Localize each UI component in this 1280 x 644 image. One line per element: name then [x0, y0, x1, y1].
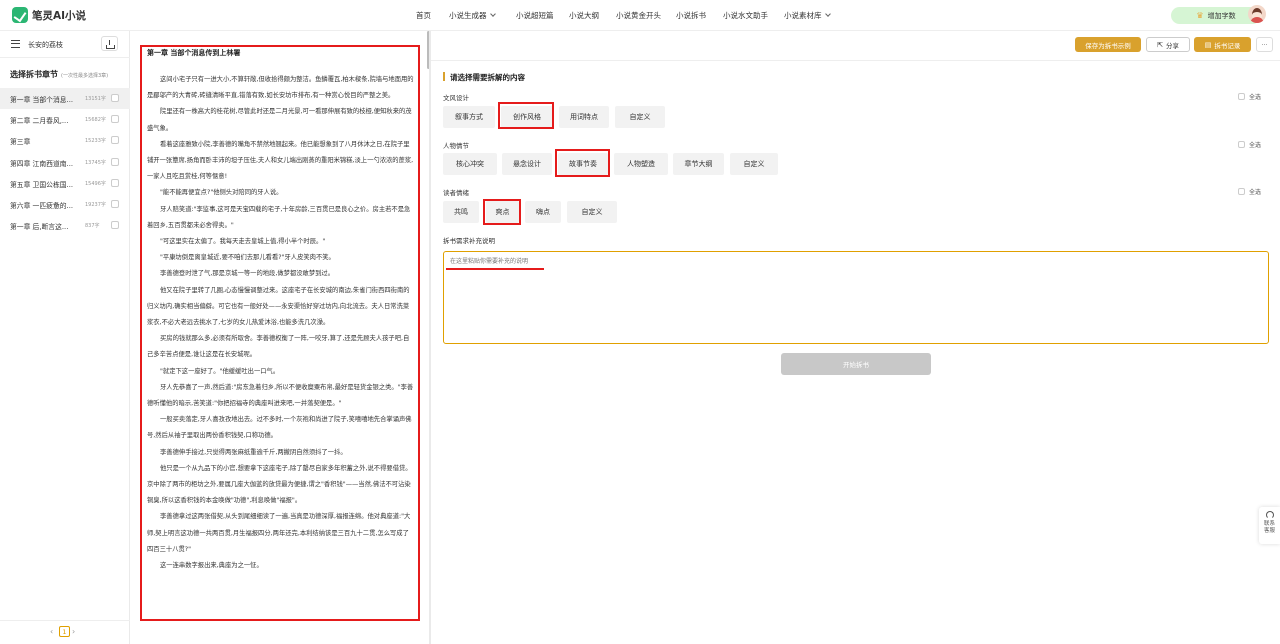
checkbox[interactable]: [1238, 141, 1245, 148]
group-label-emotion: 读者情绪: [443, 189, 469, 197]
tag-narrative[interactable]: 叙事方式: [443, 106, 495, 128]
extra-note-input[interactable]: [443, 251, 1269, 344]
tag-hype[interactable]: 嗨点: [525, 201, 561, 223]
checkbox[interactable]: [1238, 93, 1245, 100]
nav-item-material-library[interactable]: 小说素材库: [784, 10, 831, 21]
nav-item-home[interactable]: 首页: [416, 10, 431, 21]
chapter-item[interactable]: 第一章 后,断言这... 837字: [0, 215, 130, 236]
current-page[interactable]: 1: [59, 626, 70, 637]
tag-custom[interactable]: 自定义: [567, 201, 617, 223]
tag-chapter-outline[interactable]: 章节大纲: [673, 153, 724, 175]
customer-service-button[interactable]: 联系 客服: [1259, 507, 1280, 544]
tag-writing-style[interactable]: 创作风格: [501, 106, 553, 128]
chapter-checkbox[interactable]: [111, 178, 119, 187]
tag-custom[interactable]: 自定义: [730, 153, 778, 175]
avatar[interactable]: [1248, 5, 1266, 23]
select-all-style[interactable]: 全选: [1238, 92, 1261, 101]
tag-thrill[interactable]: 爽点: [486, 201, 519, 223]
nav-item-novel-generator[interactable]: 小说生成器: [449, 10, 496, 21]
annotation-underline: [446, 268, 544, 270]
chapter-item[interactable]: 第五章 卫国公栋国... 15496字: [0, 173, 130, 194]
chapter-item[interactable]: 第二章 二月春风,... 15682字: [0, 109, 130, 130]
save-as-example-button[interactable]: 保存为拆书示例: [1075, 37, 1141, 52]
divider: [431, 60, 1280, 61]
nav-item-filler-assistant[interactable]: 小说水文助手: [723, 10, 768, 21]
select-all-plot[interactable]: 全选: [1238, 140, 1261, 149]
select-hint: (一次性最多选择3章): [61, 73, 109, 79]
nav-item-short-story[interactable]: 小说超短篇: [516, 10, 554, 21]
export-icon[interactable]: [101, 36, 118, 51]
analysis-record-button[interactable]: ▤ 拆书记录: [1194, 37, 1251, 52]
start-analysis-button[interactable]: 开始拆书: [781, 353, 931, 375]
nav-item-golden-opening[interactable]: 小说黄金开头: [616, 10, 661, 21]
menu-icon[interactable]: [11, 40, 20, 48]
sidebar-header: 长安的荔枝: [0, 31, 130, 58]
chapter-item[interactable]: 第一章 当部个消息... 13151字: [0, 88, 130, 110]
record-icon: ▤: [1204, 40, 1212, 49]
logo[interactable]: 笔灵AI小说: [12, 7, 86, 23]
chapter-checkbox[interactable]: [111, 115, 119, 124]
logo-icon: [12, 7, 28, 23]
nav-item-book-analysis[interactable]: 小说拆书: [676, 10, 706, 21]
extra-note-label: 拆书需求补充说明: [443, 237, 495, 245]
tag-custom[interactable]: 自定义: [615, 106, 665, 128]
book-title: 长安的荔枝: [28, 41, 63, 49]
select-chapter-title: 选择拆书章节 (一次性最多选择3章): [10, 70, 109, 79]
more-button[interactable]: ···: [1256, 37, 1273, 52]
chapter-sidebar: 长安的荔枝 选择拆书章节 (一次性最多选择3章) 第一章 当部个消息... 1315…: [0, 31, 130, 644]
nav-item-outline[interactable]: 小说大纲: [569, 10, 599, 21]
chapter-checkbox[interactable]: [111, 136, 119, 145]
chapter-checkbox[interactable]: [111, 157, 119, 166]
section-accent-bar: [443, 72, 445, 81]
next-page-icon[interactable]: ›: [72, 627, 75, 636]
app-name: 笔灵AI小说: [32, 9, 87, 22]
tag-character[interactable]: 人物塑造: [614, 153, 668, 175]
highlight-box-content: [140, 45, 420, 621]
tag-pacing[interactable]: 故事节奏: [558, 153, 608, 175]
prev-page-icon[interactable]: ‹: [50, 627, 53, 636]
chapter-item[interactable]: 第四章 江南西道南... 13745字: [0, 152, 130, 173]
tag-suspense[interactable]: 悬念设计: [502, 153, 552, 175]
chapter-list: 第一章 当部个消息... 13151字 第二章 二月春风,... 15682字 第三…: [0, 88, 130, 236]
crown-icon: ♛: [1196, 11, 1204, 20]
tag-resonance[interactable]: 共鸣: [443, 201, 479, 223]
tag-word-choice[interactable]: 用词特点: [559, 106, 609, 128]
chapter-checkbox[interactable]: [111, 199, 119, 208]
share-button[interactable]: ⇱ 分享: [1146, 37, 1190, 52]
section-title: 请选择需要拆解的内容: [450, 73, 525, 82]
chevron-down-icon: [489, 11, 496, 17]
checkbox[interactable]: [1238, 188, 1245, 195]
group-label-plot: 人物情节: [443, 142, 469, 150]
select-all-emotion[interactable]: 全选: [1238, 187, 1261, 196]
group-label-style: 文风设计: [443, 94, 469, 102]
tag-core-conflict[interactable]: 核心冲突: [443, 153, 497, 175]
chevron-down-icon: [824, 11, 831, 17]
chapter-checkbox[interactable]: [111, 94, 119, 102]
chapter-checkbox[interactable]: [111, 221, 119, 230]
top-navbar: 笔灵AI小说 首页 小说生成器 小说超短篇 小说大纲 小说黄金开头 小说拆书 小…: [0, 0, 1280, 31]
chapter-item[interactable]: 第六章 一匹疲惫的... 19237字: [0, 194, 130, 215]
headset-icon: [1265, 511, 1274, 519]
pagination: ‹ 1 ›: [0, 620, 130, 644]
share-icon: ⇱: [1157, 40, 1163, 49]
chapter-item[interactable]: 第三章 15233字: [0, 130, 130, 151]
